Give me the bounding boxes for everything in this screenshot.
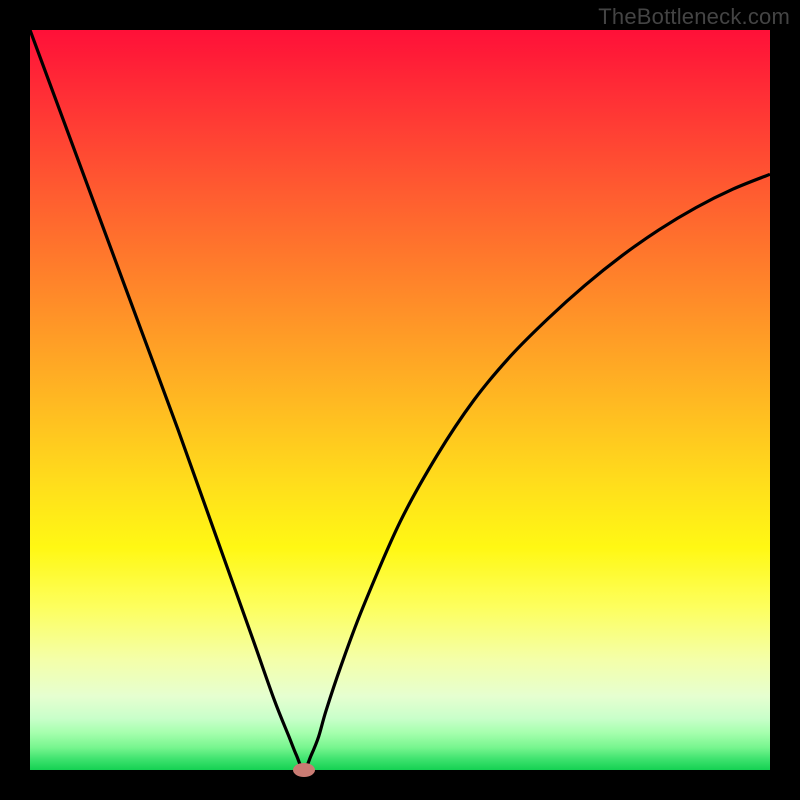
chart-canvas: TheBottleneck.com — [0, 0, 800, 800]
bottleneck-curve — [30, 30, 770, 770]
attribution-text: TheBottleneck.com — [598, 4, 790, 30]
plot-area — [30, 30, 770, 770]
curve-svg — [30, 30, 770, 770]
optimal-point-marker — [293, 763, 315, 777]
